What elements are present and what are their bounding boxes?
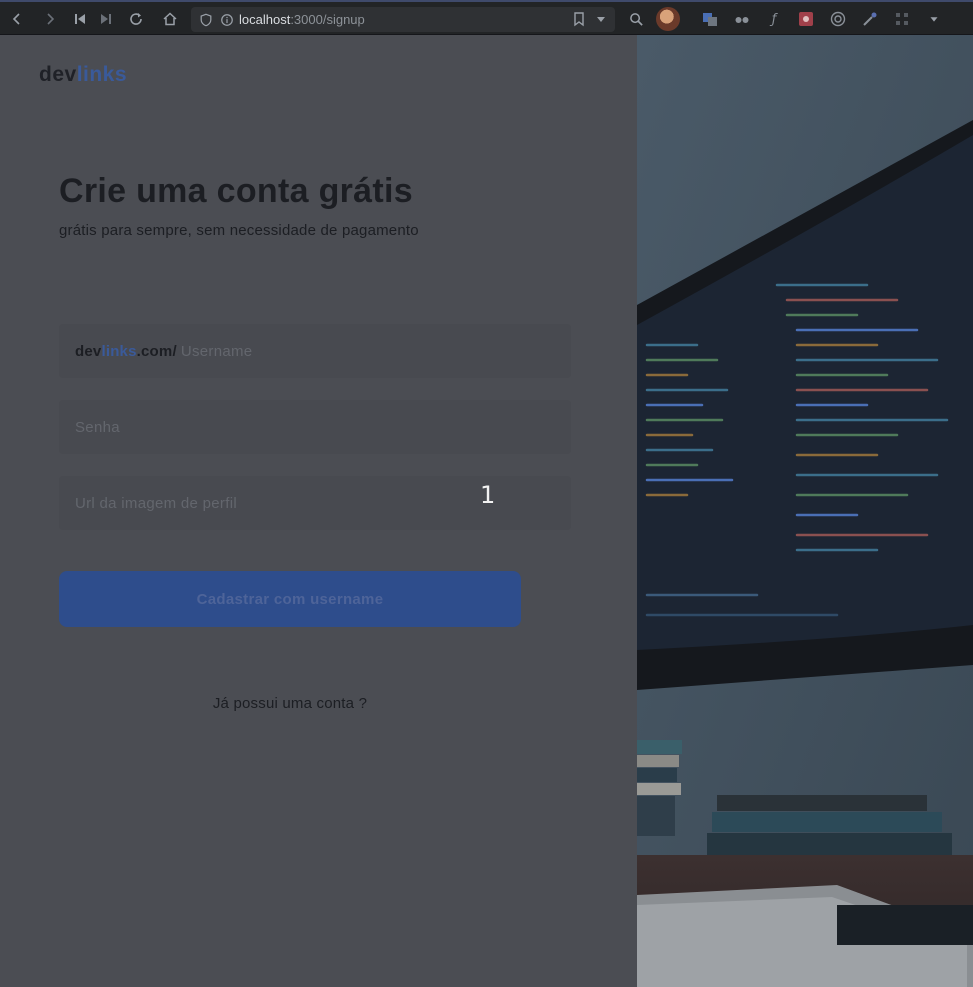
reload-icon[interactable] (123, 6, 149, 32)
eyedropper-icon[interactable] (858, 7, 882, 31)
username-prefix: devlinks.com/ (75, 343, 177, 360)
target-icon[interactable] (826, 7, 850, 31)
signup-page: devlinks Crie uma conta grátis grátis pa… (0, 35, 973, 987)
address-bar[interactable]: localhost:3000/signup (191, 7, 615, 32)
chevron-down-icon[interactable] (593, 10, 609, 31)
overflow-extensions-icon[interactable] (890, 7, 914, 31)
forward-icon[interactable] (37, 6, 63, 32)
username-prefix-links: links (101, 342, 137, 360)
username-prefix-domain: .com/ (136, 342, 177, 360)
extension-bar: ƒ (624, 7, 946, 31)
shield-icon[interactable] (197, 11, 215, 29)
password-field[interactable] (59, 400, 571, 454)
login-link[interactable]: Já possui uma conta ? (0, 695, 580, 712)
camera-extension-icon[interactable] (794, 7, 818, 31)
search-icon[interactable] (624, 7, 648, 31)
translate-icon[interactable] (698, 7, 722, 31)
username-prefix-dev: dev (75, 342, 102, 360)
bookmark-icon[interactable] (571, 10, 587, 31)
glasses-icon[interactable] (730, 7, 754, 31)
page-title: Crie uma conta grátis (59, 172, 413, 210)
skip-back-icon[interactable] (67, 6, 93, 32)
logo-part-dev: dev (39, 63, 77, 86)
avatar-url-input[interactable] (75, 494, 375, 512)
url-path: :3000/signup (290, 12, 365, 27)
hero-photo (637, 35, 973, 987)
function-icon[interactable]: ƒ (762, 7, 786, 31)
signup-button[interactable]: Cadastrar com username (59, 571, 521, 627)
signup-panel: devlinks Crie uma conta grátis grátis pa… (0, 35, 637, 987)
menu-chevron-icon[interactable] (922, 7, 946, 31)
username-field[interactable]: devlinks.com/ (59, 324, 571, 378)
password-input[interactable] (75, 418, 375, 436)
overlay-badge: 1 (480, 481, 496, 509)
home-icon[interactable] (157, 6, 183, 32)
browser-toolbar: localhost:3000/signup ƒ (0, 0, 973, 35)
logo-part-links: links (76, 63, 128, 86)
page-subtitle: grátis para sempre, sem necessidade de p… (59, 222, 419, 239)
back-icon[interactable] (4, 6, 30, 32)
info-icon[interactable] (218, 11, 236, 29)
logo[interactable]: devlinks (39, 63, 127, 87)
username-input[interactable] (180, 342, 481, 360)
url-host: localhost (239, 12, 291, 27)
profile-avatar[interactable] (656, 7, 680, 31)
skip-forward-icon[interactable] (93, 6, 119, 32)
